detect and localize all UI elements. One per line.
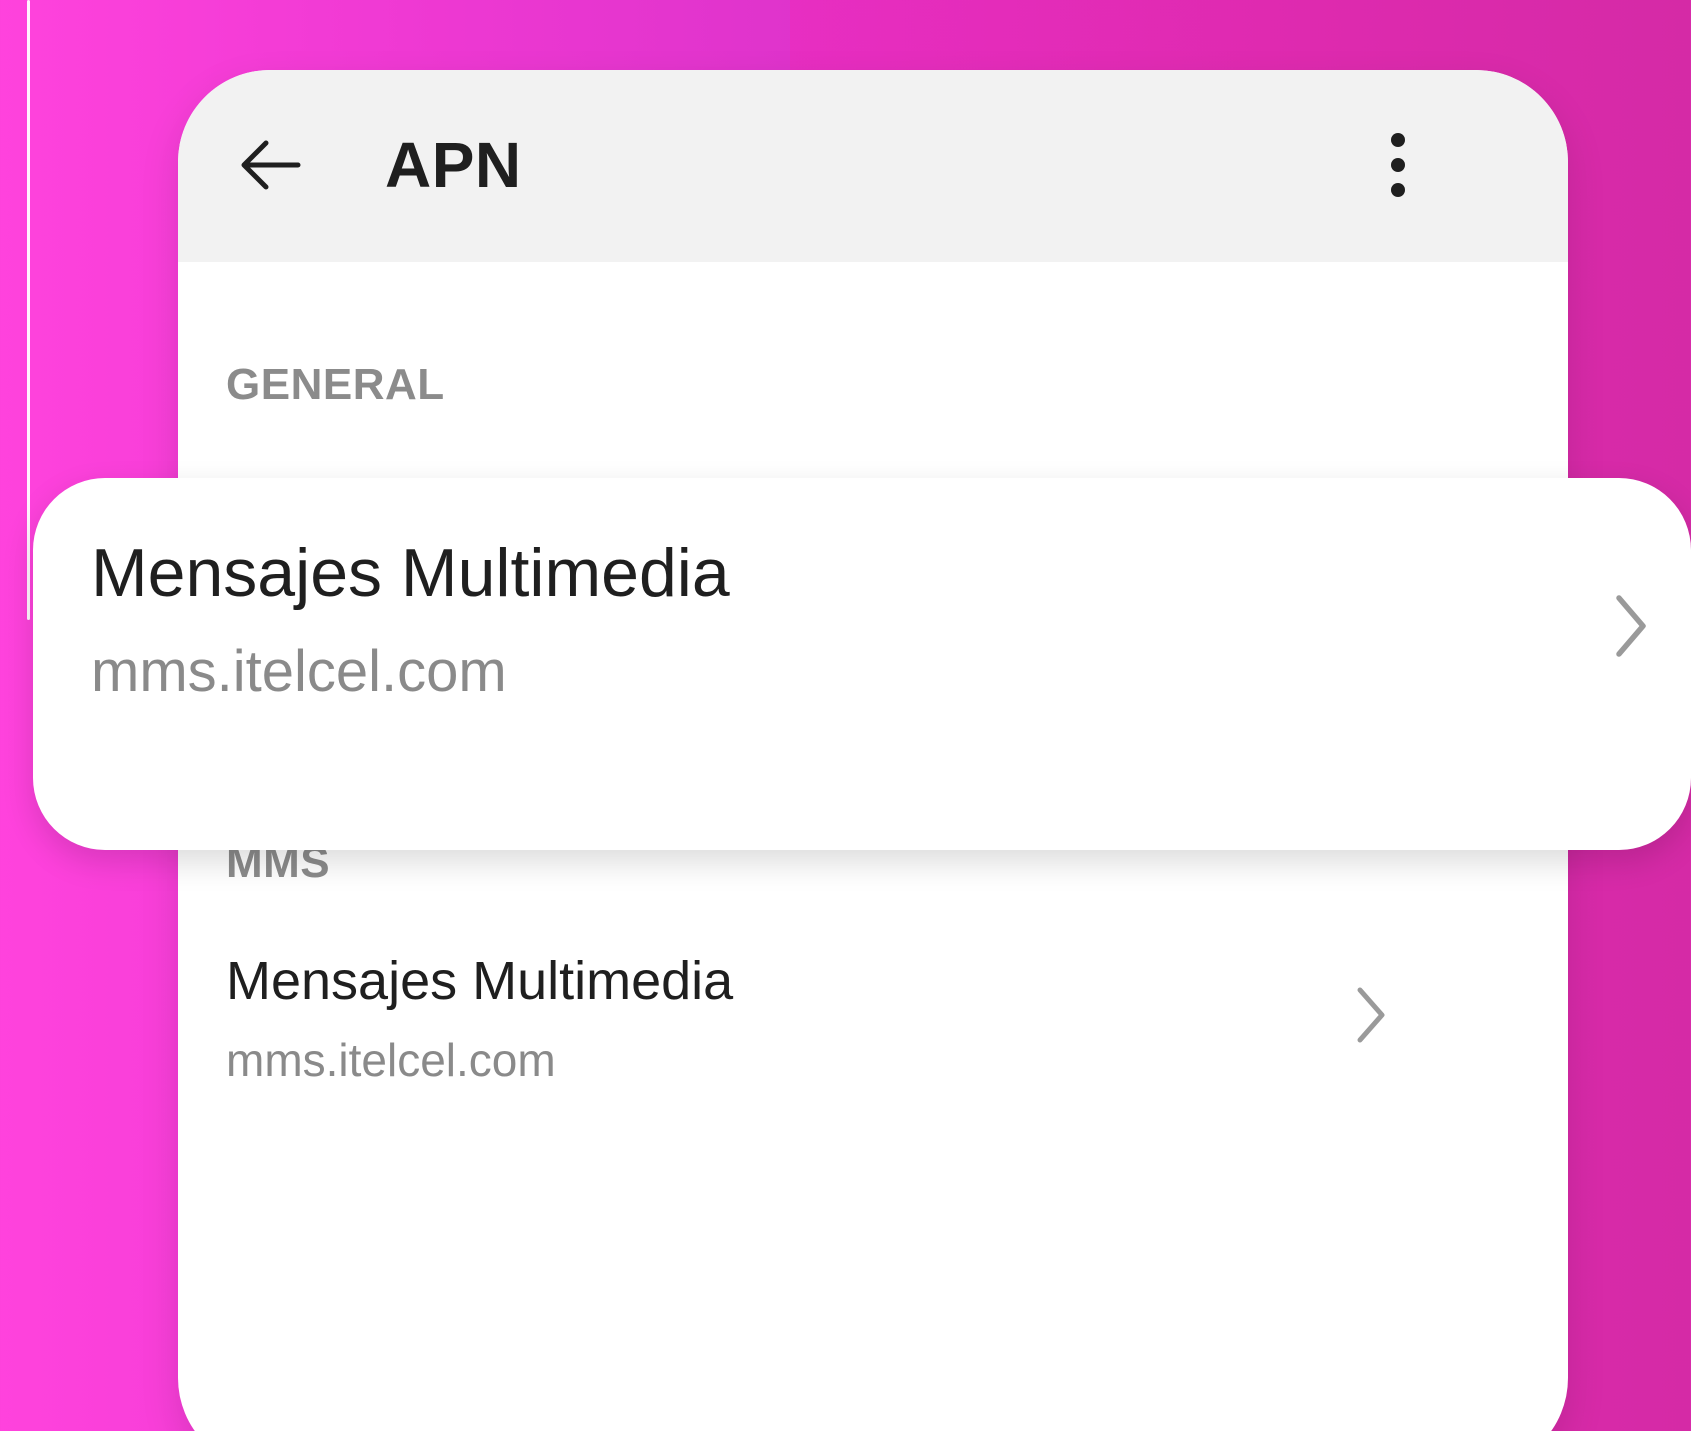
- arrow-left-icon: [241, 140, 301, 190]
- chevron-right-icon: [1357, 987, 1385, 1043]
- page-title: APN: [385, 129, 522, 201]
- back-button[interactable]: [230, 125, 310, 205]
- mms-item-title: Mensajes Multimedia: [226, 951, 734, 1011]
- background-line: [27, 0, 30, 620]
- app-bar: APN: [178, 70, 1568, 262]
- mms-list-item[interactable]: Mensajes Multimedia mms.itelcel.com: [226, 950, 1426, 1170]
- mms-item-subtitle: mms.itelcel.com: [226, 1034, 556, 1086]
- highlighted-apn-item[interactable]: Mensajes Multimedia mms.itelcel.com: [33, 478, 1691, 850]
- more-vertical-icon: [1391, 133, 1405, 197]
- more-options-button[interactable]: [1363, 120, 1433, 210]
- highlight-item-title: Mensajes Multimedia: [91, 535, 730, 611]
- highlight-item-subtitle: mms.itelcel.com: [91, 639, 507, 704]
- chevron-right-icon: [1616, 595, 1646, 657]
- general-section-header: GENERAL: [226, 360, 445, 409]
